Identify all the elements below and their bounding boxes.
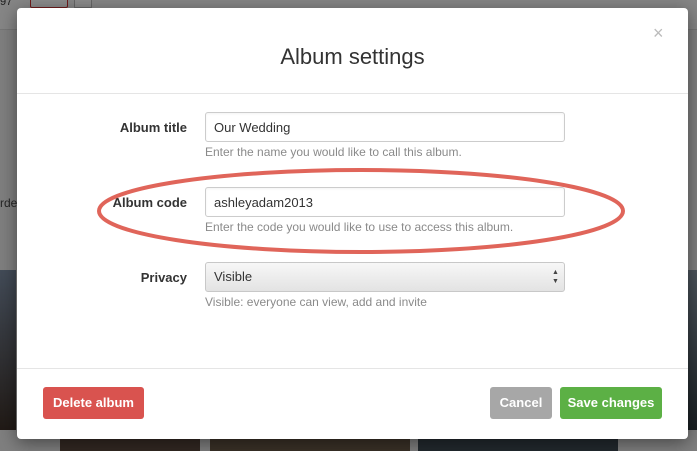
modal-title: Album settings — [280, 44, 425, 69]
privacy-label: Privacy — [140, 270, 187, 285]
album-title-help: Enter the name you would like to call th… — [205, 145, 462, 159]
close-icon[interactable]: × — [653, 24, 664, 42]
cancel-button[interactable]: Cancel — [490, 387, 552, 419]
save-changes-button[interactable]: Save changes — [560, 387, 662, 419]
modal-header: Album settings × — [17, 8, 688, 94]
privacy-selected-value: Visible — [214, 269, 253, 284]
album-title-input[interactable] — [205, 112, 565, 142]
select-arrows-icon: ▲ ▼ — [552, 269, 559, 285]
delete-album-button[interactable]: Delete album — [43, 387, 144, 419]
modal-footer: Delete album Cancel Save changes — [17, 368, 688, 439]
album-title-label: Album title — [119, 120, 187, 135]
album-code-label: Album code — [112, 195, 187, 210]
album-code-help: Enter the code you would like to use to … — [205, 220, 514, 234]
album-code-input[interactable] — [205, 187, 565, 217]
privacy-select[interactable]: Visible ▲ ▼ — [205, 262, 565, 292]
album-settings-modal: Album settings × Album title Enter the n… — [17, 8, 688, 439]
privacy-help: Visible: everyone can view, add and invi… — [205, 295, 427, 309]
